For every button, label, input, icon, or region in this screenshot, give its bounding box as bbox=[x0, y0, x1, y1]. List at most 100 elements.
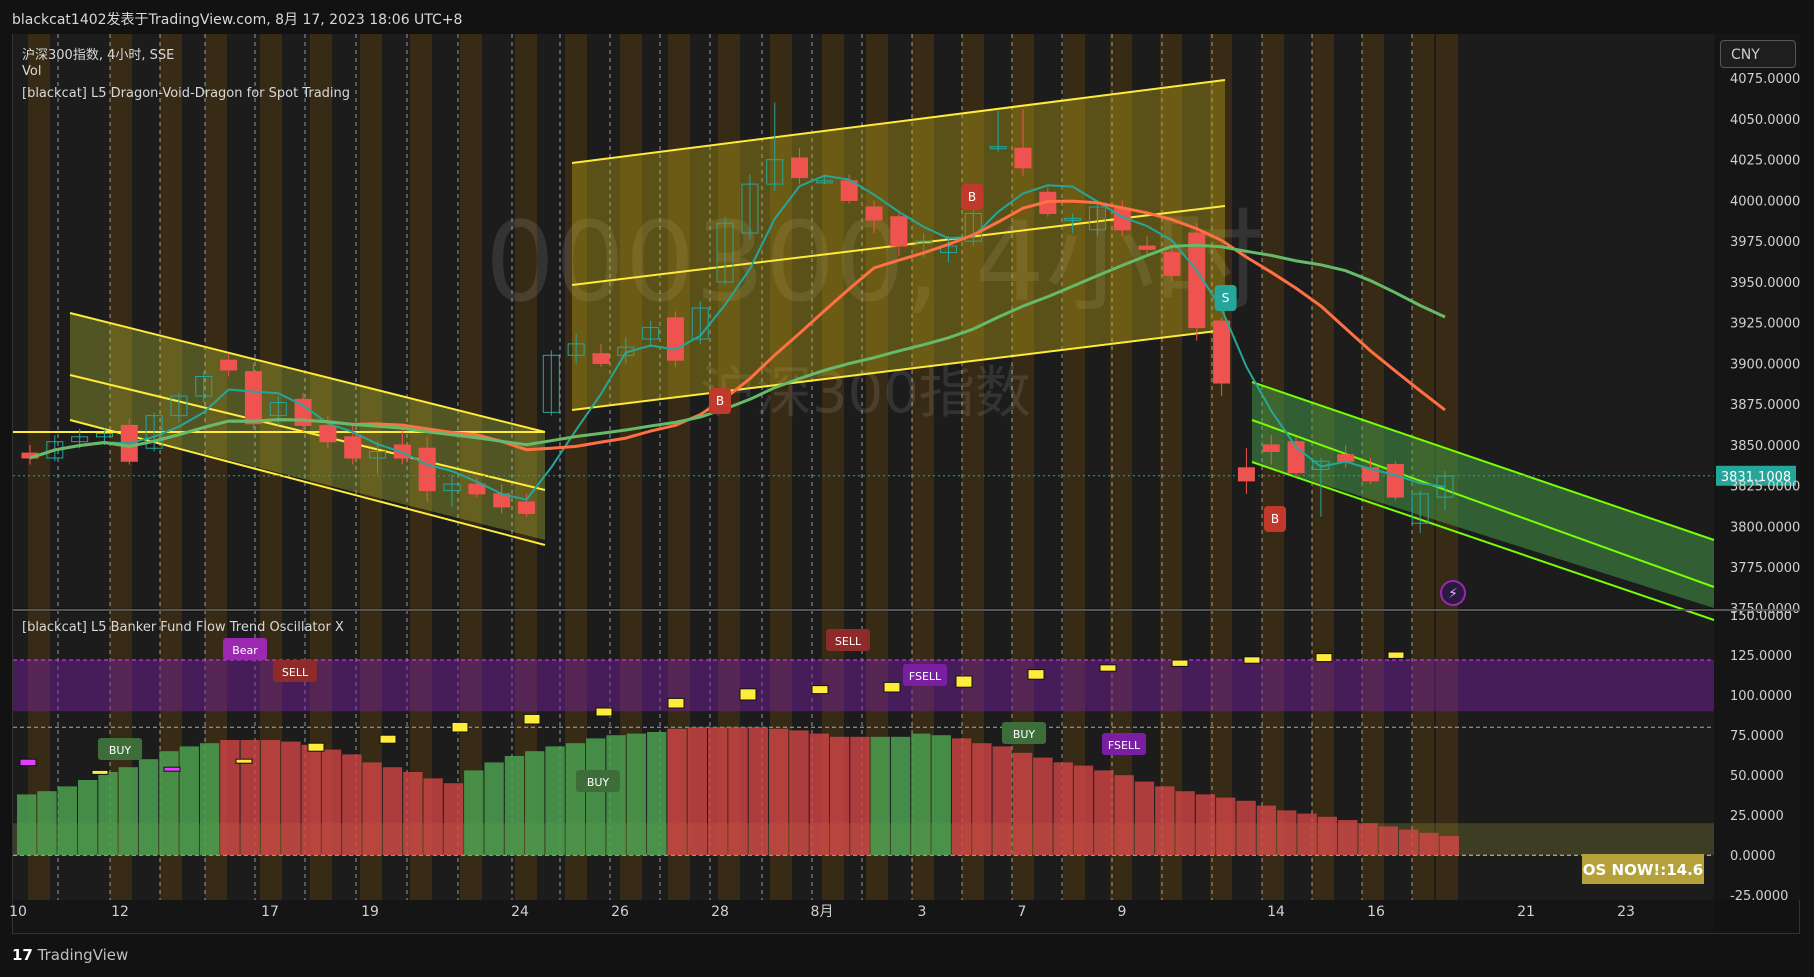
trend-bar bbox=[118, 767, 138, 856]
price-tick-label: 3975.0000 bbox=[1730, 235, 1800, 250]
trend-bar bbox=[1358, 823, 1378, 856]
price-tick-label: 3925.0000 bbox=[1730, 317, 1800, 332]
trend-bar bbox=[138, 759, 159, 856]
price-tick-label: 3800.0000 bbox=[1730, 520, 1800, 535]
time-tick-label: 14 bbox=[1267, 904, 1285, 920]
tradingview-brand[interactable]: 17 TradingView bbox=[12, 946, 128, 964]
oscillator-bubble bbox=[883, 681, 901, 693]
time-tick-label: 10 bbox=[9, 904, 27, 920]
trend-bar bbox=[1419, 832, 1439, 856]
trend-bar bbox=[443, 783, 464, 856]
price-tick-label: 3875.0000 bbox=[1730, 398, 1800, 413]
price-tick-label: 3775.0000 bbox=[1730, 561, 1800, 576]
trend-bar bbox=[484, 762, 504, 856]
oscillator-tick-label: 75.0000 bbox=[1730, 729, 1784, 744]
candle bbox=[865, 206, 883, 221]
trend-bar bbox=[809, 733, 829, 856]
trend-bar bbox=[586, 738, 606, 856]
price-tick-label: 4050.0000 bbox=[1730, 113, 1800, 128]
trend-bar bbox=[1114, 775, 1134, 856]
oscillator-signal-label: FSELL bbox=[1108, 739, 1141, 752]
time-tick-label: 24 bbox=[511, 904, 529, 920]
candle bbox=[244, 371, 262, 425]
oscillator-tick-label: 50.0000 bbox=[1730, 769, 1784, 784]
currency-selector[interactable]: CNY bbox=[1720, 40, 1796, 68]
trend-bar bbox=[768, 728, 789, 856]
trend-bar bbox=[1297, 813, 1317, 856]
time-tick-label: 3 bbox=[918, 904, 927, 920]
trend-bar bbox=[382, 767, 403, 856]
trend-bar bbox=[1236, 800, 1256, 856]
legend-vol[interactable]: Vol bbox=[22, 64, 41, 79]
trend-bar bbox=[220, 740, 240, 856]
oscillator-bubble bbox=[1315, 653, 1333, 663]
trend-bar bbox=[423, 778, 443, 856]
candle bbox=[1262, 444, 1280, 452]
oscillator-signal-label: BUY bbox=[109, 744, 132, 757]
trend-bar bbox=[57, 786, 77, 856]
trend-bar bbox=[1053, 762, 1073, 856]
time-tick-label: 19 bbox=[361, 904, 379, 920]
oscillator-signal-label: FSELL bbox=[909, 670, 942, 683]
signal-label: B bbox=[968, 190, 976, 204]
oscillator-bubble bbox=[1243, 656, 1261, 664]
candle bbox=[517, 501, 535, 514]
overbought-zone bbox=[13, 660, 1714, 712]
oscillator-bubble bbox=[451, 721, 469, 733]
oscillator-bubble bbox=[91, 769, 109, 775]
chart-canvas[interactable]: 000300, 4小时沪深300指数BBBS3831.10083750.0000… bbox=[0, 0, 1814, 977]
trend-bar bbox=[1134, 781, 1155, 856]
candle bbox=[220, 359, 238, 371]
oscillator-signal-label: SELL bbox=[835, 635, 862, 648]
candle bbox=[418, 447, 436, 492]
price-tick-label: 4025.0000 bbox=[1730, 154, 1800, 169]
signal-label: S bbox=[1222, 291, 1230, 305]
time-tick-label: 9 bbox=[1118, 904, 1127, 920]
candle bbox=[666, 317, 684, 361]
oscillator-bubble bbox=[811, 685, 829, 695]
lightning-glyph: ⚡ bbox=[1448, 586, 1458, 602]
session-band bbox=[28, 34, 50, 900]
trend-bar bbox=[1033, 757, 1053, 856]
legend-indicator-2[interactable]: [blackcat] L5 Banker Fund Flow Trend Osc… bbox=[22, 620, 344, 635]
trend-bar bbox=[504, 756, 525, 856]
trend-bar bbox=[1378, 826, 1399, 856]
candle bbox=[1237, 467, 1255, 482]
trend-bar bbox=[626, 733, 647, 856]
candle bbox=[344, 436, 362, 459]
trend-bar bbox=[890, 736, 911, 856]
oscillator-tick-label: 100.0000 bbox=[1730, 689, 1792, 704]
trend-bar bbox=[1094, 770, 1114, 856]
trend-bar bbox=[1155, 786, 1175, 856]
trend-bar bbox=[342, 754, 362, 856]
os-now-label: OS NOW!:14.6 bbox=[1583, 861, 1703, 879]
trend-bar bbox=[911, 733, 931, 856]
price-tick-label: 3850.0000 bbox=[1730, 439, 1800, 454]
oscillator-bubble bbox=[667, 697, 685, 709]
trend-bar bbox=[829, 736, 850, 856]
trend-bar bbox=[565, 743, 586, 856]
candle bbox=[1014, 147, 1032, 169]
oscillator-bubble bbox=[955, 675, 973, 688]
oscillator-signal-label: Bear bbox=[232, 644, 258, 657]
trend-bar bbox=[728, 727, 748, 856]
trend-bar bbox=[37, 791, 57, 856]
time-tick-label: 28 bbox=[711, 904, 729, 920]
oscillator-tick-label: 0.0000 bbox=[1730, 849, 1776, 864]
legend-indicator-1[interactable]: [blackcat] L5 Dragon-Void-Dragon for Spo… bbox=[22, 86, 350, 101]
trend-bar bbox=[850, 736, 870, 856]
trend-bar bbox=[1439, 836, 1459, 856]
oscillator-bubble bbox=[739, 688, 757, 701]
trend-bar bbox=[281, 741, 301, 856]
legend-symbol[interactable]: 沪深300指数, 4小时, SSE bbox=[22, 44, 174, 63]
trend-bar bbox=[1256, 805, 1277, 856]
trend-bar bbox=[870, 736, 890, 856]
price-tick-label: 3950.0000 bbox=[1730, 276, 1800, 291]
trend-bar bbox=[403, 772, 423, 856]
trend-bar bbox=[1317, 816, 1338, 856]
trend-bar bbox=[606, 735, 626, 856]
oscillator-signal-label: BUY bbox=[1013, 728, 1036, 741]
candle bbox=[1213, 320, 1231, 384]
time-tick-label: 8月 bbox=[811, 904, 834, 920]
oscillator-bubble bbox=[523, 713, 541, 725]
